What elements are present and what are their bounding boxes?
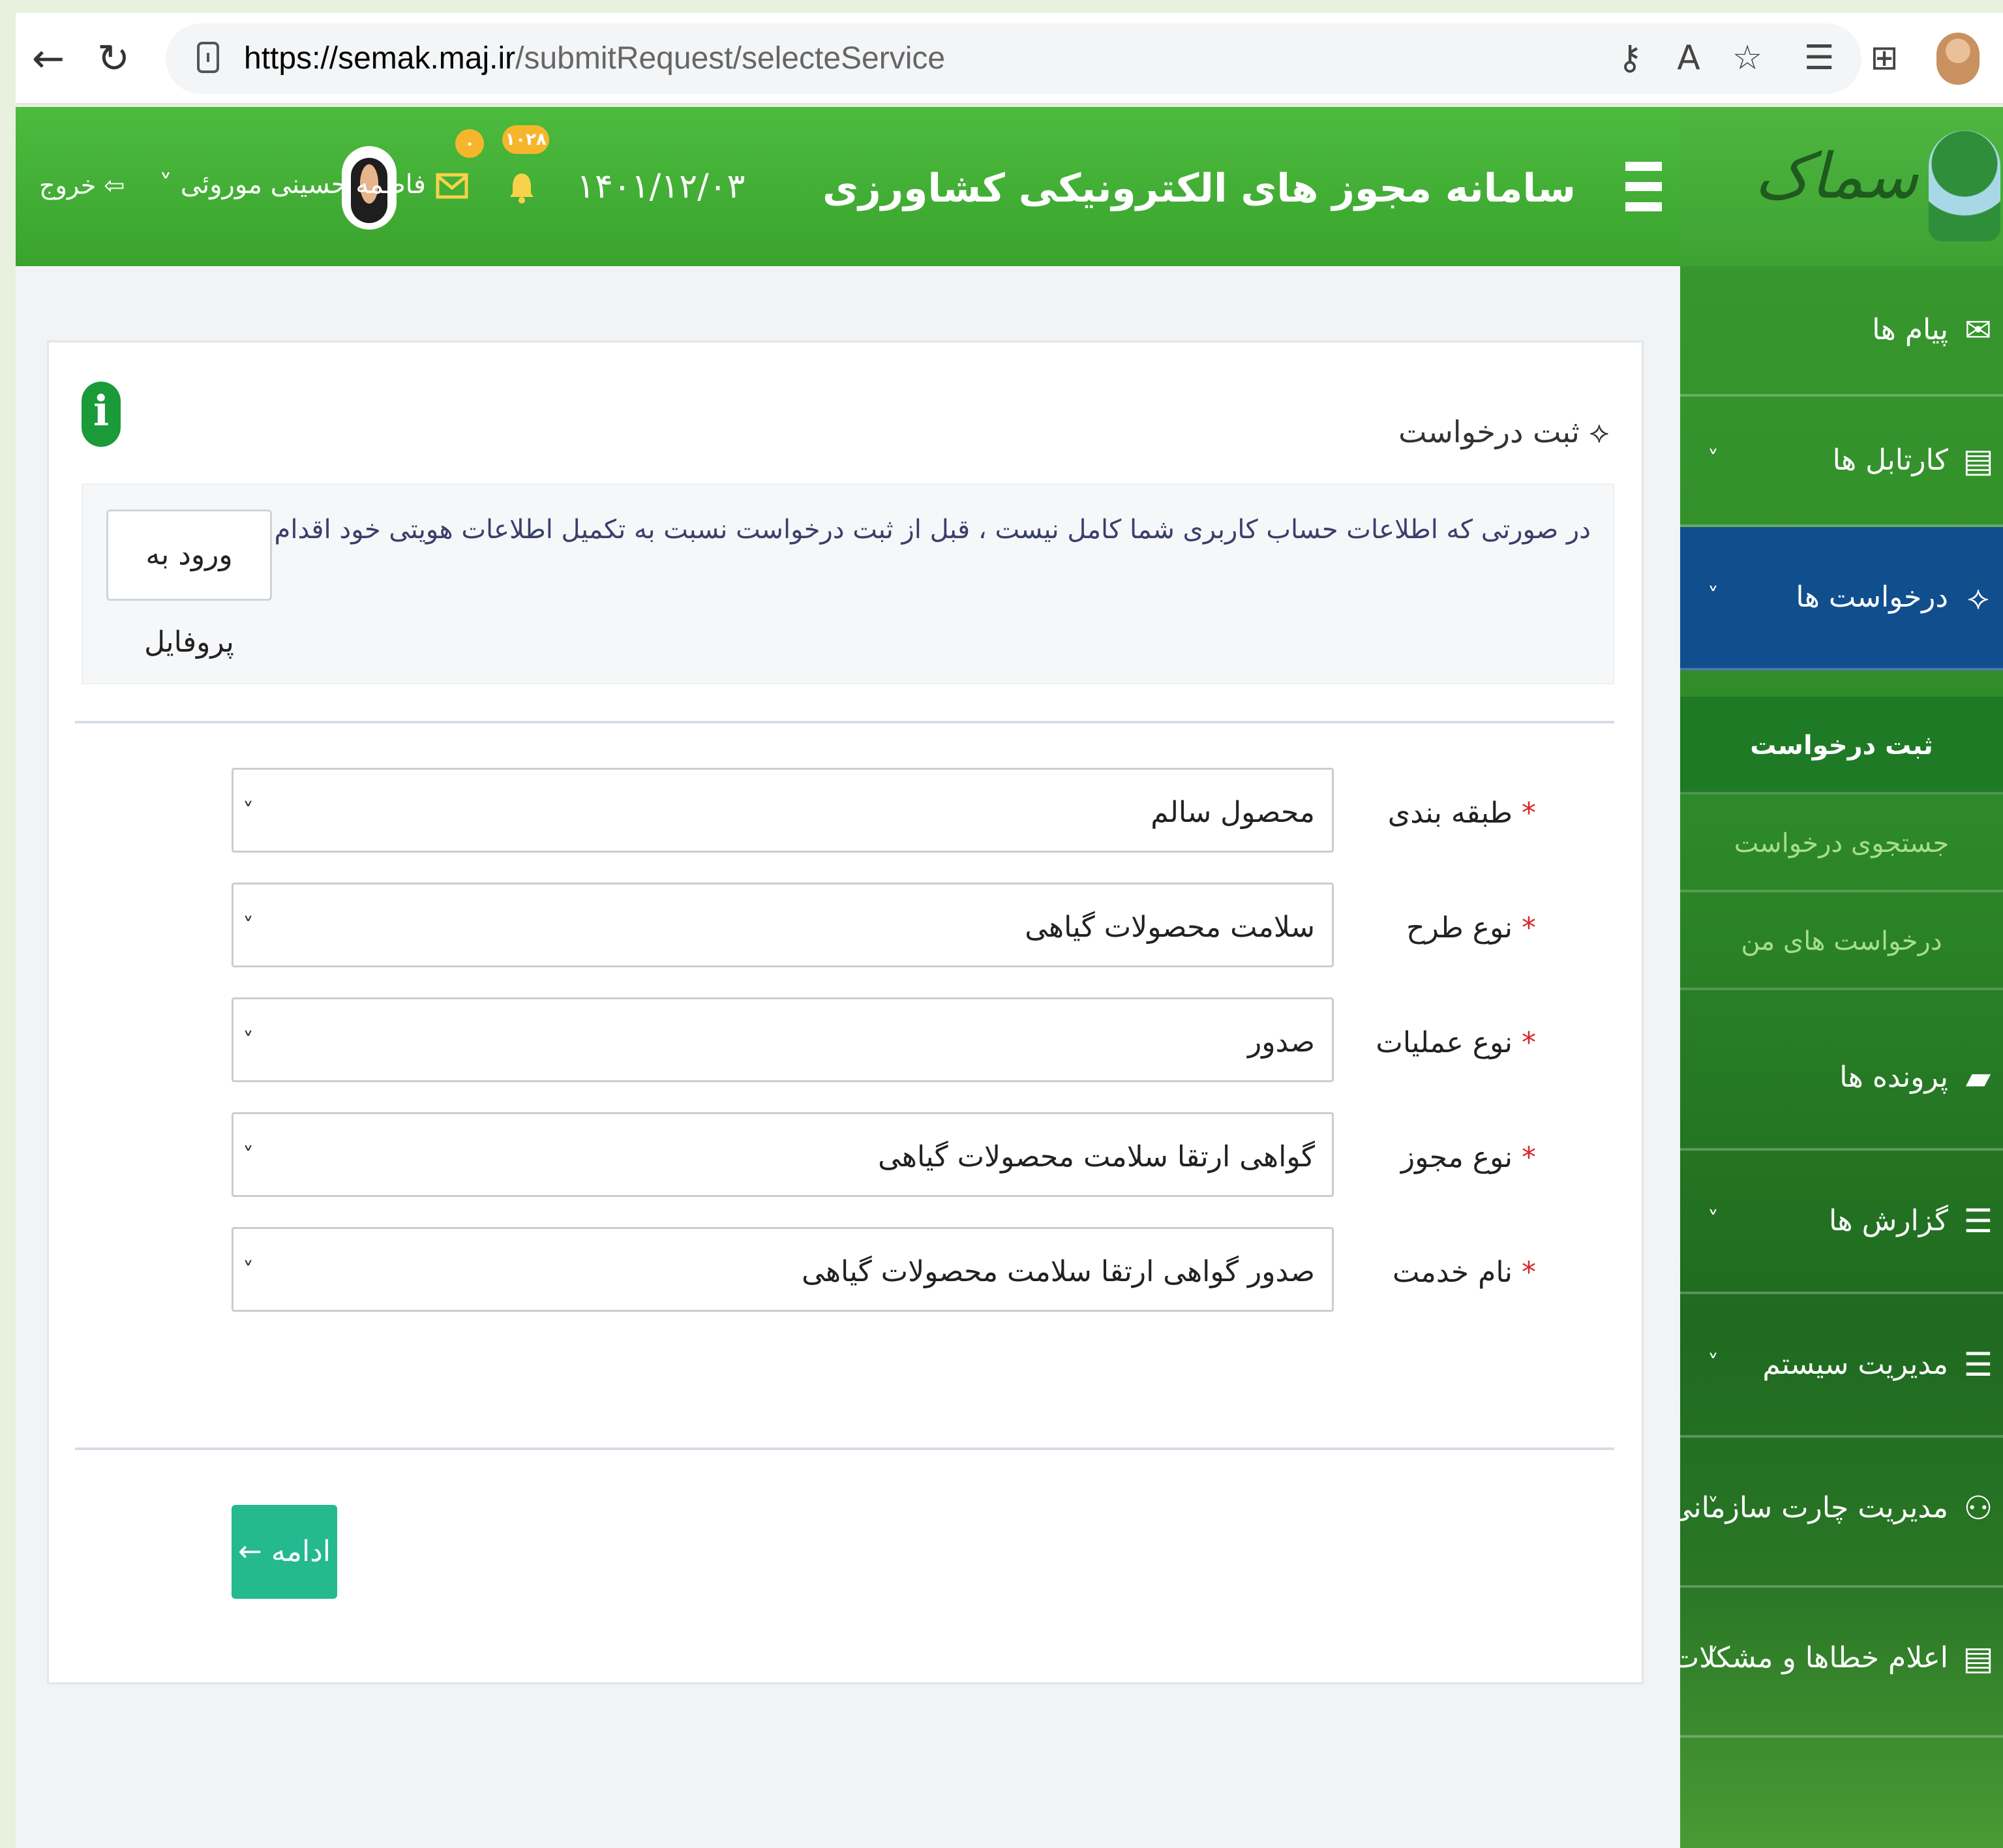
sidebar-item-requests[interactable]: ⟡ درخواست ها ˅ bbox=[1680, 527, 2003, 671]
form-row-plan-type: * نوع طرح سلامت محصولات گیاهی ˅ bbox=[232, 883, 1536, 967]
collections-icon[interactable]: ⊞ bbox=[1861, 35, 1907, 81]
sidebar-subitem-search-request[interactable]: جستجوی درخواست bbox=[1680, 795, 2003, 892]
operation-type-select[interactable]: صدور ˅ bbox=[232, 997, 1334, 1082]
request-form-panel: ⟡ ثبت درخواست در صورتی که اطلاعات حساب ک… bbox=[47, 341, 1644, 1684]
folder-icon: ▰ bbox=[1965, 1059, 1991, 1097]
go-to-profile-button[interactable]: ورود به پروفایل bbox=[106, 509, 272, 659]
sidebar-item-system-management[interactable]: ☰ مدیریت سیستم ˅ bbox=[1680, 1301, 2003, 1438]
hamburger-menu-icon[interactable] bbox=[1625, 162, 1662, 211]
list-icon: ☰ bbox=[1963, 1202, 1993, 1240]
field-label: * طبقه بندی bbox=[1387, 796, 1536, 830]
browser-toolbar: ← ↻ https://semak.maj.ir/submitRequest/s… bbox=[16, 13, 2003, 104]
logout-button[interactable]: خروج ⇦ bbox=[39, 171, 125, 200]
chevron-down-icon: ˅ bbox=[1708, 1350, 1719, 1376]
sidebar-item-cartables[interactable]: ▤ کارتابل ها ˅ bbox=[1680, 397, 2003, 527]
form-row-license-type: * نوع مجوز گواهی ارتقا سلامت محصولات گیا… bbox=[232, 1112, 1536, 1197]
envelope-icon: ✉ bbox=[1965, 311, 1992, 349]
field-label: * نام خدمت bbox=[1393, 1256, 1536, 1289]
key-icon[interactable]: ⚷ bbox=[1607, 35, 1653, 81]
chevron-down-icon: ˅ bbox=[243, 798, 254, 825]
page-title: ⟡ ثبت درخواست bbox=[1398, 414, 1609, 449]
sidebar-item-report-issues[interactable]: ▤ اعلام خطاها و مشکلات ˅ bbox=[1672, 1594, 2003, 1738]
form-row-category: * طبقه بندی محصول سالم ˅ bbox=[232, 768, 1536, 853]
chevron-down-icon: ˅ bbox=[243, 1258, 254, 1284]
chevron-down-icon: ˅ bbox=[243, 913, 254, 939]
user-menu[interactable]: فاطمه حسینی موروئی ˅ bbox=[159, 170, 426, 200]
envelope-icon[interactable] bbox=[436, 170, 468, 202]
page-info-icon[interactable] bbox=[197, 42, 219, 73]
alert-message: در صورتی که اطلاعات حساب کاربری شما کامل… bbox=[180, 515, 1591, 545]
divider bbox=[75, 1447, 1614, 1450]
chevron-down-icon: ˅ bbox=[1708, 446, 1719, 472]
logo-emblem-icon bbox=[1929, 130, 2000, 241]
form-row-service-name: * نام خدمت صدور گواهی ارتقا سلامت محصولا… bbox=[232, 1227, 1536, 1312]
document-icon: ▤ bbox=[1963, 442, 1994, 479]
logo-text: سماک bbox=[1754, 140, 1918, 213]
form-row-operation-type: * نوع عملیات صدور ˅ bbox=[232, 997, 1536, 1082]
profile-alert: در صورتی که اطلاعات حساب کاربری شما کامل… bbox=[82, 483, 1614, 684]
chevron-down-icon: ˅ bbox=[1708, 1207, 1719, 1233]
header-date: ۱۴۰۱/۱۲/۰۳ bbox=[577, 167, 745, 206]
chevron-down-icon: ˅ bbox=[1708, 1644, 1719, 1670]
continue-button[interactable]: ادامه ← bbox=[232, 1505, 337, 1599]
list-icon: ☰ bbox=[1963, 1346, 1993, 1384]
back-arrow-icon[interactable]: ← bbox=[22, 33, 74, 85]
chevron-down-icon: ˅ bbox=[1708, 1494, 1719, 1520]
category-select[interactable]: محصول سالم ˅ bbox=[232, 768, 1334, 853]
message-badge: ۰ bbox=[455, 129, 484, 158]
sidebar: سماک ✉ پیام ها ▤ کارتابل ها ˅ ⟡ درخواست … bbox=[1670, 107, 2003, 1848]
field-label: * نوع طرح bbox=[1406, 911, 1536, 945]
bell-icon[interactable] bbox=[509, 172, 535, 204]
browser-profile-avatar[interactable] bbox=[1936, 33, 1980, 85]
license-type-select[interactable]: گواهی ارتقا سلامت محصولات گیاهی ˅ bbox=[232, 1112, 1334, 1197]
sidebar-item-messages[interactable]: ✉ پیام ها bbox=[1680, 266, 2003, 397]
sidebar-subitem-submit-request[interactable]: ثبت درخواست bbox=[1680, 697, 2003, 795]
notification-badge: ۱۰۲۸ bbox=[502, 125, 549, 154]
read-aloud-icon[interactable]: A bbox=[1666, 35, 1711, 81]
favorites-icon[interactable]: ☰ bbox=[1796, 35, 1842, 81]
document-icon: ▤ bbox=[1963, 1639, 1994, 1677]
chevron-down-icon: ˅ bbox=[1708, 583, 1719, 609]
chevron-down-icon: ˅ bbox=[243, 1028, 254, 1054]
info-icon[interactable] bbox=[82, 382, 121, 447]
handshake-icon: ⟡ bbox=[1967, 579, 1989, 616]
brand-logo[interactable]: سماک bbox=[1680, 107, 2003, 266]
field-label: * نوع عملیات bbox=[1376, 1026, 1536, 1059]
sidebar-item-org-chart[interactable]: ⚇ مدیریت چارت سازمانی ˅ bbox=[1670, 1444, 2003, 1588]
divider bbox=[75, 721, 1614, 723]
plan-type-select[interactable]: سلامت محصولات گیاهی ˅ bbox=[232, 883, 1334, 967]
sitemap-icon: ⚇ bbox=[1963, 1489, 1993, 1527]
url-text: https://semak.maj.ir/submitRequest/selec… bbox=[244, 41, 946, 76]
app-header: سامانه مجوز های الکترونیکی کشاورزی ۱۴۰۱/… bbox=[16, 107, 1680, 266]
refresh-icon[interactable]: ↻ bbox=[87, 33, 140, 85]
system-title: سامانه مجوز های الکترونیکی کشاورزی bbox=[822, 166, 1576, 211]
field-label: * نوع مجوز bbox=[1400, 1141, 1536, 1174]
chevron-down-icon: ˅ bbox=[243, 1143, 254, 1169]
sidebar-subitem-my-requests[interactable]: درخواست های من bbox=[1680, 892, 2003, 990]
sidebar-item-reports[interactable]: ☰ گزارش ها ˅ bbox=[1680, 1157, 2003, 1294]
service-name-select[interactable]: صدور گواهی ارتقا سلامت محصولات گیاهی ˅ bbox=[232, 1227, 1334, 1312]
add-favorite-icon[interactable]: ☆ bbox=[1724, 35, 1770, 81]
sidebar-item-files[interactable]: ▰ پرونده ها bbox=[1680, 1014, 2003, 1151]
